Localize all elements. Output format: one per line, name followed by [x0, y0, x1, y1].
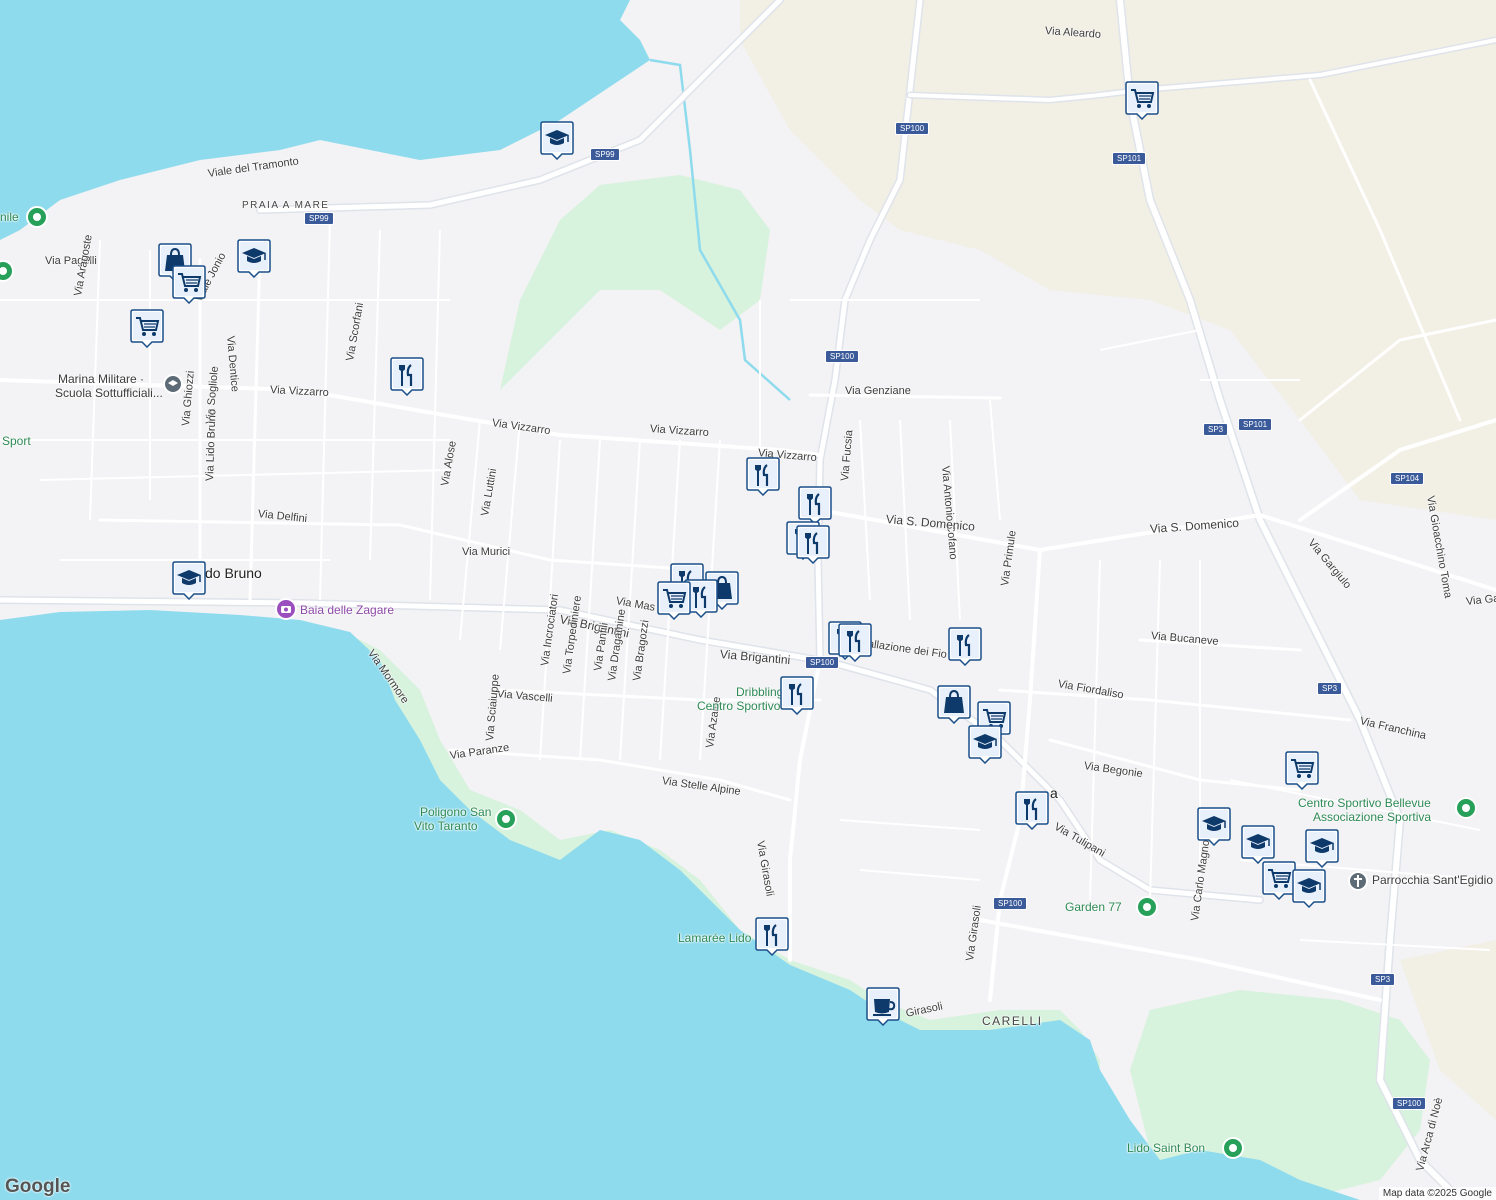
road-badge: SP100	[895, 122, 930, 135]
map-marker-shopping-cart[interactable]	[172, 264, 206, 304]
map-marker-shopping-cart[interactable]	[1285, 750, 1319, 790]
map-marker-school[interactable]	[237, 238, 271, 278]
poi-label: Sport	[2, 434, 31, 448]
school-poi-icon[interactable]	[162, 373, 184, 395]
map-marker-school[interactable]	[1292, 868, 1326, 908]
poi-label: Centro Sportivo	[697, 699, 781, 713]
area-label: CARELLI	[982, 1014, 1043, 1028]
map-marker-school[interactable]	[540, 120, 574, 160]
poi-label: Baia delle Zagare	[300, 603, 395, 617]
map-marker-restaurant[interactable]	[746, 456, 780, 496]
map-marker-school[interactable]	[1305, 828, 1339, 868]
school-icon	[237, 239, 271, 278]
map-marker-restaurant[interactable]	[796, 524, 830, 564]
road-badge: SP100	[993, 897, 1028, 910]
road-badge: SP100	[1392, 1097, 1427, 1110]
area-label: do Bruno	[205, 565, 262, 581]
map-marker-shopping-cart[interactable]	[1262, 860, 1296, 900]
street-label: Via Lido Bruno	[204, 408, 219, 482]
map-marker-restaurant[interactable]	[1015, 790, 1049, 830]
map-marker-shopping-cart[interactable]	[1125, 80, 1159, 120]
map-marker-school[interactable]	[172, 560, 206, 600]
road-badge: SP3	[1370, 973, 1396, 986]
map-canvas[interactable]	[0, 0, 1496, 1200]
school-icon	[1241, 825, 1275, 864]
green-poi-icon[interactable]	[495, 808, 517, 830]
map-marker-restaurant[interactable]	[780, 675, 814, 715]
poi-label: Marina Militare ·	[58, 372, 145, 386]
map-marker-school[interactable]	[1241, 824, 1275, 864]
shopping-cart-icon	[1285, 751, 1319, 790]
poi-label: Poligono San	[420, 805, 492, 819]
poi-label: Scuola Sottufficiali...	[55, 386, 163, 400]
poi-label: nile	[0, 210, 19, 224]
poi-label: Dribbling	[736, 685, 784, 699]
camera-poi-icon[interactable]	[275, 598, 297, 620]
street-label: Via Murici	[462, 546, 511, 558]
poi-label: Vito Taranto	[414, 819, 478, 833]
restaurant-icon	[796, 525, 830, 564]
map-marker-restaurant[interactable]	[838, 622, 872, 662]
school-icon	[540, 121, 574, 160]
shopping-cart-icon	[130, 309, 164, 348]
green-poi-icon[interactable]	[0, 260, 14, 282]
green-poi-icon[interactable]	[1136, 896, 1158, 918]
area-label: a	[1050, 785, 1058, 801]
road-badge: SP101	[1238, 418, 1273, 431]
map-marker-school[interactable]	[1197, 806, 1231, 846]
church-poi-icon[interactable]	[1347, 870, 1369, 892]
map-marker-shopping-cart[interactable]	[130, 308, 164, 348]
map-marker-restaurant[interactable]	[755, 916, 789, 956]
restaurant-icon	[948, 627, 982, 666]
shopping-cart-icon	[657, 581, 691, 620]
shopping-bag-icon	[937, 685, 971, 724]
map-marker-restaurant[interactable]	[948, 626, 982, 666]
road-badge: SP3	[1317, 682, 1343, 695]
restaurant-icon	[390, 357, 424, 396]
road-badge: SP99	[304, 212, 334, 225]
restaurant-icon	[755, 917, 789, 956]
green-poi-icon[interactable]	[1455, 797, 1477, 819]
restaurant-icon	[746, 457, 780, 496]
poi-label: Parrocchia Sant'Egidio	[1372, 873, 1494, 887]
school-icon	[1292, 869, 1326, 908]
map-marker-shopping-bag[interactable]	[937, 684, 971, 724]
road-badge: SP99	[590, 148, 620, 161]
road-badge: SP100	[825, 350, 860, 363]
map-marker-cafe[interactable]	[866, 986, 900, 1026]
poi-label: Centro Sportivo Bellevue	[1298, 796, 1431, 810]
school-icon	[172, 561, 206, 600]
restaurant-icon	[798, 486, 832, 525]
shopping-cart-icon	[1125, 81, 1159, 120]
poi-label: Garden 77	[1065, 900, 1122, 914]
school-icon	[968, 725, 1002, 764]
map-marker-school[interactable]	[968, 724, 1002, 764]
road-badge: SP104	[1390, 472, 1425, 485]
cafe-icon	[866, 987, 900, 1026]
google-logo: Google	[5, 1176, 71, 1197]
map-marker-restaurant[interactable]	[798, 485, 832, 525]
green-poi-icon[interactable]	[1222, 1137, 1244, 1159]
map-marker-restaurant[interactable]	[390, 356, 424, 396]
map-marker-shopping-cart[interactable]	[657, 580, 691, 620]
restaurant-icon	[838, 623, 872, 662]
restaurant-icon	[780, 676, 814, 715]
poi-label: Associazione Sportiva	[1313, 810, 1432, 824]
map-attribution[interactable]: Map data ©2025 Google	[1378, 1187, 1496, 1200]
shopping-cart-icon	[172, 265, 206, 304]
green-poi-icon[interactable]	[26, 206, 48, 228]
school-icon	[1197, 807, 1231, 846]
street-label: Via Genziane	[845, 385, 911, 397]
school-icon	[1305, 829, 1339, 868]
road-badge: SP3	[1203, 423, 1229, 436]
poi-label: Lido Saint Bon	[1127, 1141, 1206, 1155]
restaurant-icon	[1015, 791, 1049, 830]
poi-label: Lamarée Lido	[678, 931, 752, 945]
shopping-cart-icon	[1262, 861, 1296, 900]
road-badge: SP101	[1112, 152, 1147, 165]
area-label: PRAIA A MARE	[242, 200, 330, 211]
